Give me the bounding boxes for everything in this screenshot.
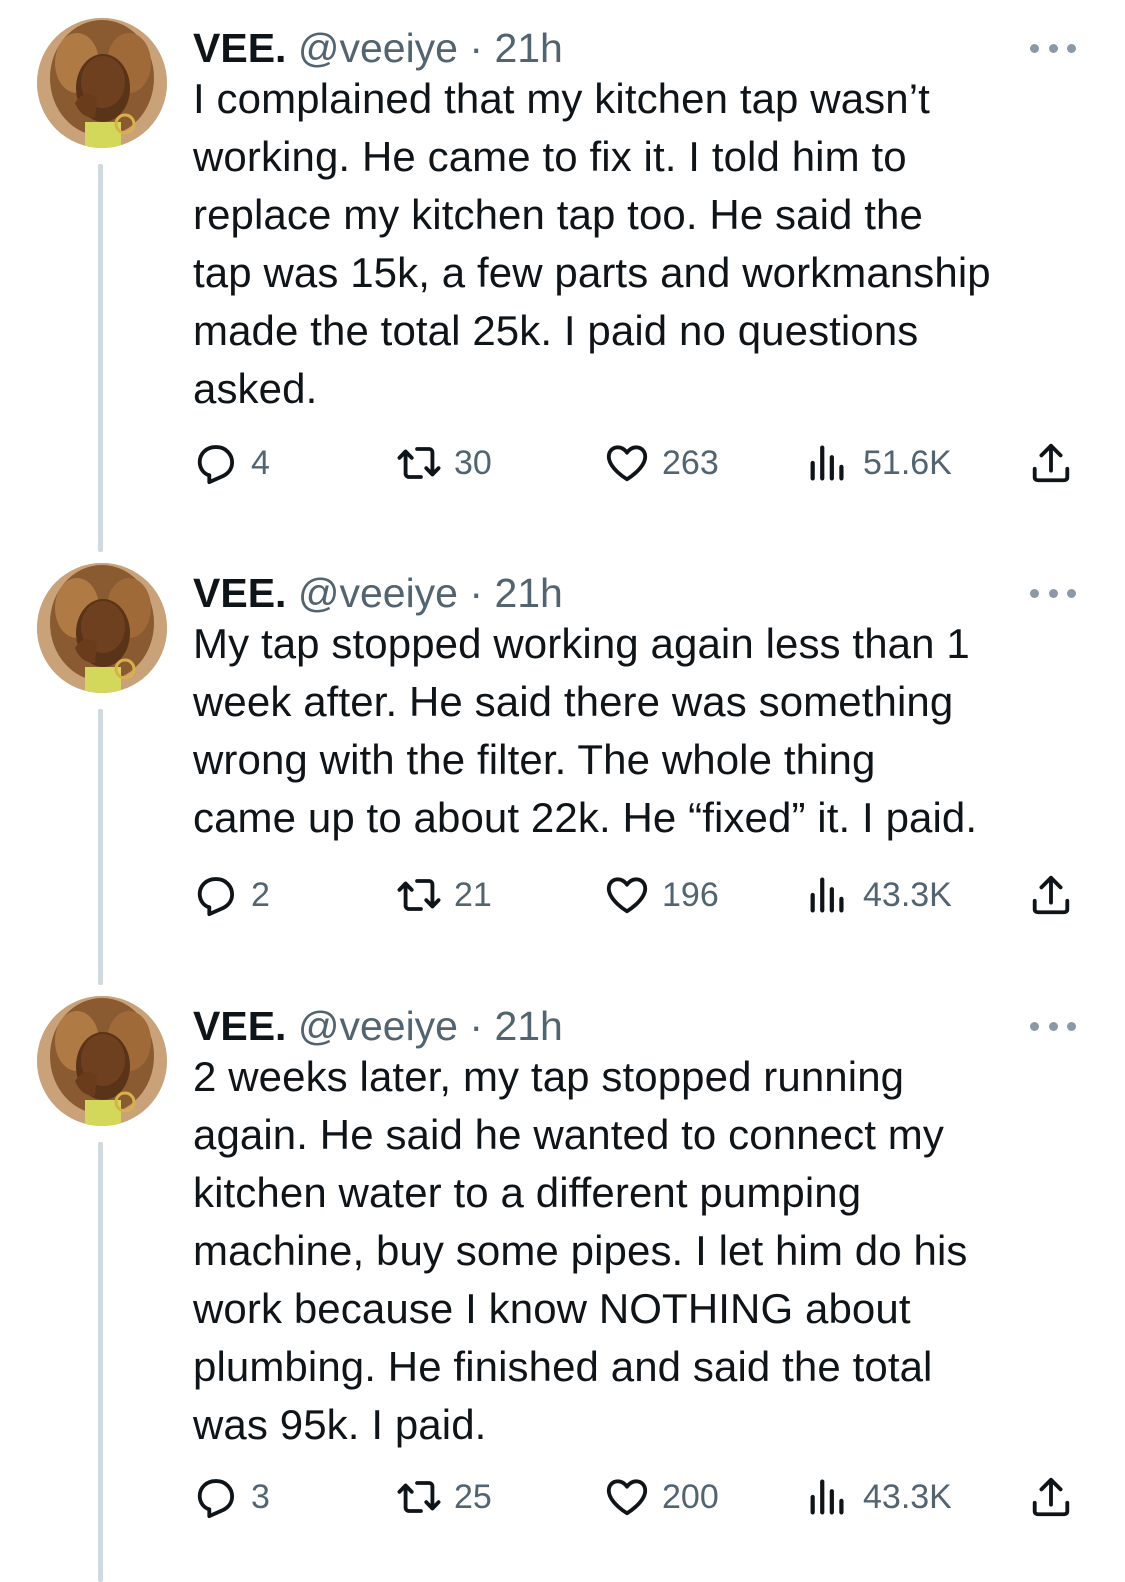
more-icon[interactable] <box>1030 1018 1076 1034</box>
tweet-header: VEE. @veeiye · 21h <box>193 567 563 619</box>
reply-button[interactable]: 4 <box>193 438 270 488</box>
reply-count: 4 <box>251 444 270 482</box>
tweet-text: I complained that my kitchen tap wasn’t … <box>193 75 991 412</box>
share-icon <box>1032 1477 1070 1517</box>
retweet-button[interactable]: 25 <box>396 1472 492 1522</box>
avatar[interactable] <box>37 996 167 1126</box>
tweet-actions: 3 25 200 43.3K <box>193 1472 1083 1522</box>
tweet[interactable]: VEE. @veeiye · 21h I complained that my … <box>0 10 1125 552</box>
reply-icon <box>197 1479 235 1519</box>
retweet-icon <box>397 1481 441 1513</box>
user-handle[interactable]: @veeiye <box>298 25 458 71</box>
timestamp[interactable]: 21h <box>494 1003 562 1049</box>
separator: · <box>469 1003 484 1049</box>
views-count: 43.3K <box>863 1478 952 1516</box>
thread-line <box>98 709 103 985</box>
tweet-header: VEE. @veeiye · 21h <box>193 22 563 74</box>
display-name[interactable]: VEE. <box>193 570 286 616</box>
tweet-thread: VEE. @veeiye · 21h I complained that my … <box>0 0 1125 1582</box>
heart-icon <box>606 1479 648 1516</box>
reply-count: 3 <box>251 1478 270 1516</box>
views-button[interactable]: 43.3K <box>805 870 952 920</box>
tweet-actions: 4 30 263 51.6K <box>193 438 1083 488</box>
share-button[interactable] <box>1028 1472 1074 1522</box>
tweet[interactable]: VEE. @veeiye · 21h 2 weeks later, my tap… <box>0 988 1125 1582</box>
avatar[interactable] <box>37 18 167 148</box>
views-count: 43.3K <box>863 876 952 914</box>
share-icon <box>1032 443 1070 483</box>
separator: · <box>469 25 484 71</box>
views-icon <box>810 445 844 481</box>
user-handle[interactable]: @veeiye <box>298 570 458 616</box>
reply-button[interactable]: 2 <box>193 870 270 920</box>
retweet-button[interactable]: 30 <box>396 438 492 488</box>
like-count: 196 <box>662 876 719 914</box>
like-button[interactable]: 196 <box>604 870 719 920</box>
tweet-actions: 2 21 196 43.3K <box>193 870 1083 920</box>
thread-line <box>98 1142 103 1582</box>
avatar[interactable] <box>37 563 167 693</box>
like-count: 200 <box>662 1478 719 1516</box>
tweet[interactable]: VEE. @veeiye · 21h My tap stopped workin… <box>0 555 1125 985</box>
heart-icon <box>606 445 648 482</box>
retweet-icon <box>397 447 441 479</box>
retweet-count: 21 <box>454 876 492 914</box>
retweet-button[interactable]: 21 <box>396 870 492 920</box>
reply-icon <box>197 877 235 917</box>
display-name[interactable]: VEE. <box>193 25 286 71</box>
reply-icon <box>197 445 235 485</box>
reply-count: 2 <box>251 876 270 914</box>
thread-line <box>98 164 103 552</box>
like-button[interactable]: 200 <box>604 1472 719 1522</box>
heart-icon <box>606 877 648 914</box>
share-icon <box>1032 875 1070 915</box>
tweet-text: 2 weeks later, my tap stopped running ag… <box>193 1053 968 1448</box>
timestamp[interactable]: 21h <box>494 570 562 616</box>
timestamp[interactable]: 21h <box>494 25 562 71</box>
views-button[interactable]: 51.6K <box>805 438 952 488</box>
views-button[interactable]: 43.3K <box>805 1472 952 1522</box>
display-name[interactable]: VEE. <box>193 1003 286 1049</box>
like-button[interactable]: 263 <box>604 438 719 488</box>
views-icon <box>810 877 844 913</box>
more-icon[interactable] <box>1030 40 1076 56</box>
more-icon[interactable] <box>1030 585 1076 601</box>
share-button[interactable] <box>1028 438 1074 488</box>
views-count: 51.6K <box>863 444 952 482</box>
retweet-count: 30 <box>454 444 492 482</box>
tweet-header: VEE. @veeiye · 21h <box>193 1000 563 1052</box>
retweet-icon <box>397 879 441 911</box>
like-count: 263 <box>662 444 719 482</box>
user-handle[interactable]: @veeiye <box>298 1003 458 1049</box>
separator: · <box>469 570 484 616</box>
views-icon <box>810 1479 844 1515</box>
reply-button[interactable]: 3 <box>193 1472 270 1522</box>
retweet-count: 25 <box>454 1478 492 1516</box>
share-button[interactable] <box>1028 870 1074 920</box>
tweet-text: My tap stopped working again less than 1… <box>193 620 978 841</box>
